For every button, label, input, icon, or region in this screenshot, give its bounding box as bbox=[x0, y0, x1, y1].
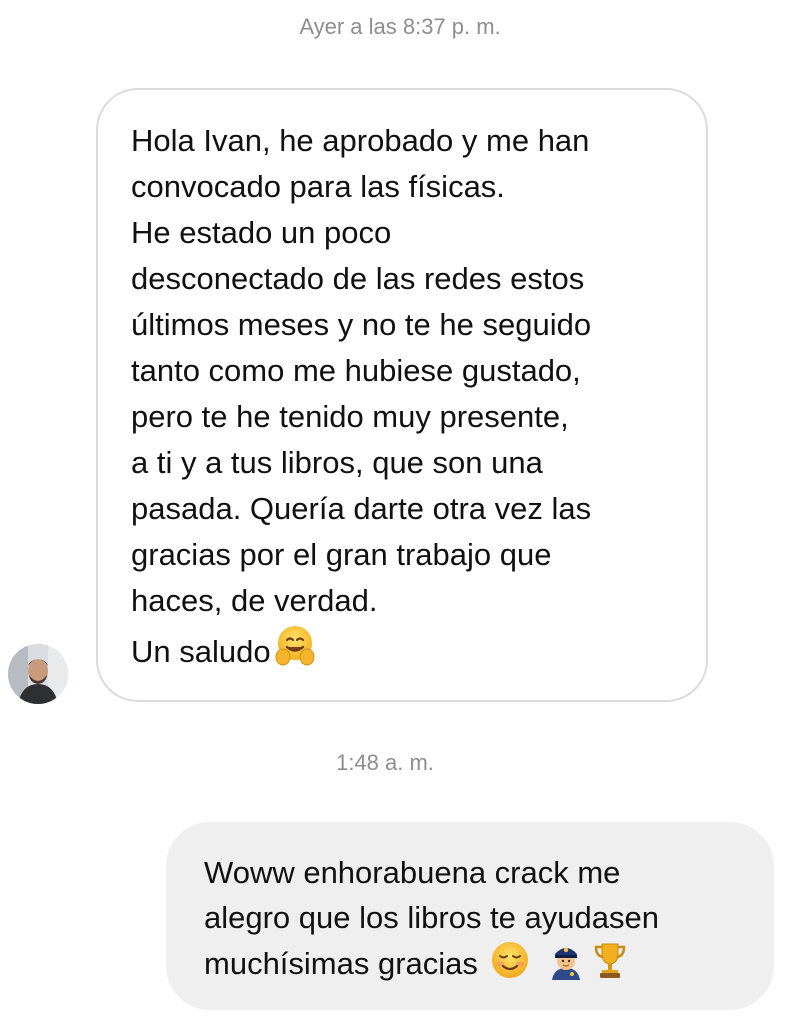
trophy-icon bbox=[590, 940, 630, 980]
police-officer-icon bbox=[546, 940, 586, 980]
message-line: a ti y a tus libros, que son una bbox=[131, 445, 543, 480]
incoming-message-bubble[interactable]: Hola Ivan, he aprobado y me han convocad… bbox=[96, 88, 708, 702]
message-line: haces, de verdad. bbox=[131, 583, 378, 618]
smiling-face-icon bbox=[490, 940, 530, 980]
message-line: Hola Ivan, he aprobado y me han bbox=[131, 123, 590, 158]
message-line: convocado para las físicas. bbox=[131, 169, 505, 204]
hugging-face-icon bbox=[273, 624, 317, 668]
outgoing-message-bubble[interactable]: Woww enhorabuena crack me alegro que los… bbox=[166, 822, 774, 1010]
message-line: pero te he tenido muy presente, bbox=[131, 399, 569, 434]
timestamp: 1:48 a. m. bbox=[336, 750, 434, 775]
message-line: últimos meses y no te he seguido bbox=[131, 307, 592, 342]
message-line: tanto como me hubiese gustado, bbox=[131, 353, 581, 388]
dm-thread: Ayer a las 8:37 p. m. Hola Ivan, he apro… bbox=[0, 0, 800, 1026]
avatar-photo bbox=[8, 644, 68, 704]
message-line: Woww enhorabuena crack me bbox=[204, 855, 621, 890]
message-line: pasada. Quería darte otra vez las bbox=[131, 491, 592, 526]
message-text: muchísimas gracias bbox=[204, 946, 478, 981]
timestamp: Ayer a las 8:37 p. m. bbox=[299, 14, 501, 39]
message-line-last: muchísimas gracias bbox=[204, 940, 750, 986]
message-line: alegro que los libros te ayudasen bbox=[204, 900, 659, 935]
message-line-last: Un saludo bbox=[131, 624, 676, 675]
sender-avatar[interactable] bbox=[8, 644, 68, 704]
message-line: gracias por el gran trabajo que bbox=[131, 537, 552, 572]
message-text: Un saludo bbox=[131, 634, 271, 669]
message-line: He estado un poco bbox=[131, 215, 392, 250]
message-line: desconectado de las redes estos bbox=[131, 261, 585, 296]
